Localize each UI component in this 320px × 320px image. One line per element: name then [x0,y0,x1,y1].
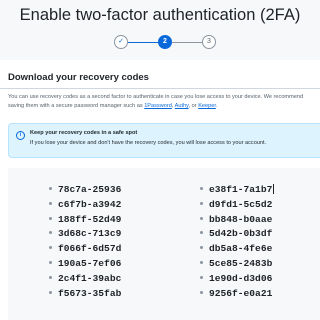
recovery-code-text: c6f7b-a3942 [58,198,122,210]
bullet-icon [200,246,203,250]
recovery-code: f066f-6d57d [49,242,121,257]
link-1password[interactable]: 1Password [144,103,172,109]
bullet-icon [200,201,203,205]
recovery-code-text: e38f1-7a1b7 [209,184,273,195]
step-1-check-icon: ✓ [114,35,128,49]
info-icon: i [16,131,25,140]
recovery-code-text: 5ce85-2483b [209,257,273,269]
recovery-code: d9fd1-5c5d2 [200,198,274,213]
recovery-code: f5673-35fab [49,287,121,302]
bullet-icon [200,186,203,190]
text-cursor [273,184,275,195]
recovery-code-text: 78c7a-25936 [58,184,122,195]
description-separator: , or [188,103,199,109]
step-2-indicator: 2 [158,35,172,49]
recovery-code: 2c4f1-39abc [49,272,121,287]
bullet-icon [200,231,203,235]
recovery-code-text: 5d42b-0b3df [209,228,273,240]
page-title: Enable two-factor authentication (2FA) [19,6,301,24]
bullet-icon [49,290,52,294]
flash-body: If you lose your device and don't have t… [30,140,267,146]
recovery-code: 3d68c-713c9 [49,227,121,242]
flash-title: Keep your recovery codes in a safe spot [30,130,138,136]
bullet-icon [200,216,203,220]
recovery-code: 9256f-e0a21 [200,287,274,302]
link-keeper[interactable]: Keeper [198,103,216,109]
recovery-code-text: db5a8-4fe6e [209,243,273,255]
bullet-icon [49,260,52,264]
recovery-code: c6f7b-a3942 [49,198,121,213]
recovery-code-text: d9fd1-5c5d2 [209,198,273,210]
progress-stepper: ✓ 2 3 [114,35,216,51]
recovery-code: 188ff-52d49 [49,213,121,228]
recovery-code-text: f5673-35fab [58,287,122,299]
recovery-code-text: 9256f-e0a21 [209,287,273,299]
bullet-icon [200,290,203,294]
recovery-code: 5ce85-2483b [200,257,274,272]
section-heading: Download your recovery codes [8,72,149,83]
link-authy[interactable]: Authy [175,103,189,109]
recovery-code-text: 2c4f1-39abc [58,272,122,284]
recovery-code: 1e90d-d3d06 [200,272,274,287]
stepper-connector [128,42,158,43]
recovery-code: e38f1-7a1b7 [200,183,275,198]
bullet-icon [49,275,52,279]
description-end: . [215,103,218,109]
recovery-code-text: 3d68c-713c9 [58,228,122,240]
section-description: You can use recovery codes as a second f… [8,93,318,111]
recovery-code: 190a5-7ef06 [49,257,121,272]
stepper-connector [172,42,202,43]
recovery-codes-column-left: 78c7a-25936 c6f7b-a3942 188ff-52d49 3d68… [49,183,121,301]
recovery-code-text: 1e90d-d3d06 [209,272,273,284]
recovery-code: bb848-b0aae [200,213,274,228]
recovery-code: 5d42b-0b3df [200,227,274,242]
recovery-codes-column-right: e38f1-7a1b7 d9fd1-5c5d2 bb848-b0aae 5d42… [200,183,275,302]
recovery-code: db5a8-4fe6e [200,242,274,257]
recovery-code-text: 188ff-52d49 [58,213,122,225]
recovery-code-text: bb848-b0aae [209,213,273,225]
page-header: Enable two-factor authentication (2FA) ✓… [0,0,320,60]
info-flash: i Keep your recovery codes in a safe spo… [8,123,320,158]
divider [0,88,320,89]
bullet-icon [49,201,52,205]
bullet-icon [49,246,52,250]
step-3-indicator: 3 [202,35,216,49]
bullet-icon [49,216,52,220]
bullet-icon [49,231,52,235]
bullet-icon [200,275,203,279]
bullet-icon [49,186,52,190]
bullet-icon [200,260,203,264]
recovery-code-text: 190a5-7ef06 [58,257,122,269]
recovery-code-text: f066f-6d57d [58,243,122,255]
recovery-code: 78c7a-25936 [49,183,121,198]
